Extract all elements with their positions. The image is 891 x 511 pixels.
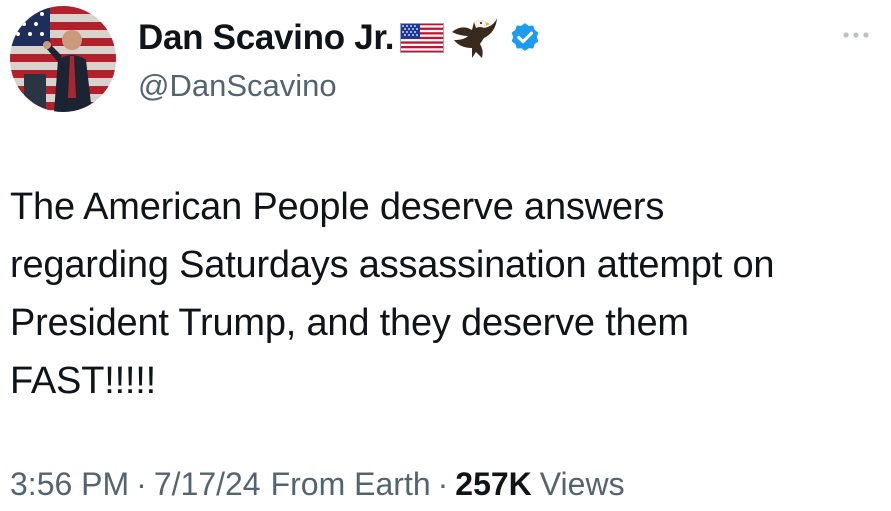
display-name[interactable]: Dan Scavino Jr. <box>138 18 394 58</box>
meta-separator: · <box>136 465 147 502</box>
verified-badge-icon[interactable] <box>508 21 542 55</box>
meta-separator-2: · <box>437 465 449 502</box>
us-flag-icon <box>400 23 445 53</box>
name-row: Dan Scavino Jr. <box>138 14 542 62</box>
tweet-date[interactable]: 7/17/24 <box>154 466 261 503</box>
more-options-button[interactable] <box>836 20 876 50</box>
tweet-meta: 3:56 PM · 7/17/24 From Earth · 257K View… <box>10 462 625 506</box>
views-count[interactable]: 257K <box>455 466 532 503</box>
eagle-icon <box>450 14 498 62</box>
views-label: Views <box>539 465 625 502</box>
avatar[interactable] <box>10 6 116 112</box>
avatar-photo <box>10 6 116 112</box>
author-block: Dan Scavino Jr. @DanScavino <box>138 14 542 104</box>
handle[interactable]: @DanScavino <box>138 68 542 104</box>
more-horizontal-icon <box>843 32 869 38</box>
tweet-card: Dan Scavino Jr. @DanScavino The American… <box>0 0 891 511</box>
tweet-text: The American People deserve answers rega… <box>10 186 775 402</box>
tweet-source: From Earth <box>270 465 431 502</box>
tweet-time[interactable]: 3:56 PM <box>10 466 129 503</box>
